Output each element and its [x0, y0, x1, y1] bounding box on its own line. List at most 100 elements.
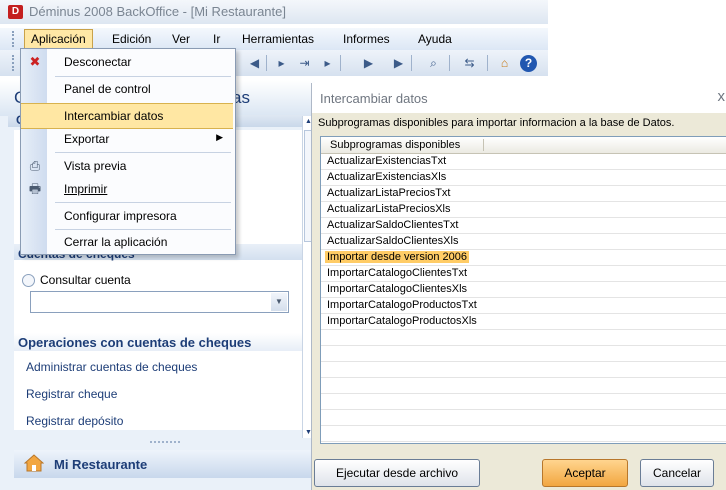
house-icon [24, 454, 44, 472]
menu-item-label: Exportar [64, 132, 110, 146]
submenu-arrow-icon: ▶ [216, 132, 223, 142]
menu-informes[interactable]: Informes [337, 30, 396, 48]
toolbar-separator [449, 55, 450, 71]
link-administrar-cuentas[interactable]: Administrar cuentas de cheques [26, 360, 197, 374]
toolbar-separator [266, 55, 267, 71]
window-title: Déminus 2008 BackOffice - [Mi Restaurant… [29, 4, 286, 19]
menu-item-imprimir[interactable]: 🖶 Imprimir [21, 177, 233, 201]
list-item-label: ActualizarExistenciasTxt [327, 155, 447, 167]
operations-title: Operaciones con cuentas de cheques [14, 333, 302, 351]
sync-icon[interactable]: ⇆ [461, 55, 478, 72]
printer-icon: 🖶 [28, 181, 42, 196]
chevron-down-icon[interactable]: ▼ [271, 293, 287, 311]
next-icon[interactable]: ▶ [360, 55, 377, 72]
list-item-label: ActualizarExistenciasXls [327, 171, 447, 183]
list-item-label: ImportarCatalogoClientesXls [327, 283, 468, 295]
menu-item-configurar-impresora[interactable]: Configurar impresora [21, 204, 233, 228]
menu-item-intercambiar-datos[interactable]: Intercambiar datos [21, 103, 233, 129]
list-empty-row [321, 330, 726, 346]
list-item-label: ActualizarListaPreciosTxt [327, 187, 451, 199]
menu-item-exportar[interactable]: Exportar ▶ [21, 127, 233, 151]
list-item-label: ActualizarListaPreciosXls [327, 203, 451, 215]
menu-herramientas[interactable]: Herramientas [236, 30, 320, 48]
split-icon[interactable]: ⇥ [296, 55, 313, 72]
resize-grip[interactable] [150, 441, 180, 446]
radio-button[interactable] [22, 274, 35, 287]
toolbar-separator [411, 55, 412, 71]
operations-title-label: Operaciones con cuentas de cheques [18, 335, 252, 350]
print-preview-icon: ⎙ [29, 158, 41, 173]
dialog-description: Subprogramas disponibles para importar i… [318, 117, 675, 129]
list-item[interactable]: ImportarCatalogoClientesTxt [321, 266, 726, 282]
menu-item-label: Panel de control [64, 82, 151, 96]
menubar: Aplicación Edición Ver Ir Herramientas I… [0, 28, 548, 50]
list-empty-row [321, 346, 726, 362]
list-item-label: ImportarCatalogoClientesTxt [327, 267, 468, 279]
link-registrar-cheque[interactable]: Registrar cheque [26, 387, 117, 401]
close-icon[interactable]: x [718, 88, 726, 105]
end-icon[interactable]: ▶ [390, 55, 407, 72]
menu-item-label: Intercambiar datos [64, 109, 164, 123]
column-header-label: Subprogramas disponibles [330, 139, 461, 151]
menu-separator [55, 152, 231, 153]
first-record-icon[interactable]: ▸ [273, 55, 290, 72]
list-item-label: ActualizarSaldoClientesTxt [327, 219, 459, 231]
list-item[interactable]: ActualizarExistenciasTxt [321, 154, 726, 170]
list-empty-row [321, 378, 726, 394]
home-icon[interactable]: ⌂ [496, 55, 513, 72]
list-item-label: ImportarCatalogoProductosXls [327, 315, 477, 327]
menu-ayuda[interactable]: Ayuda [412, 30, 458, 48]
menu-item-panel-control[interactable]: Panel de control [21, 77, 233, 101]
menu-item-label: Vista previa [64, 159, 127, 173]
list-empty-row [321, 362, 726, 378]
link-registrar-deposito[interactable]: Registrar depósito [26, 414, 123, 428]
menu-item-vista-previa[interactable]: ⎙ Vista previa [21, 154, 233, 178]
menu-item-desconectar[interactable]: ✖ Desconectar [21, 50, 233, 74]
menu-item-label: Cerrar la aplicación [64, 235, 168, 249]
list-column-header[interactable]: Subprogramas disponibles [321, 137, 726, 154]
accept-button[interactable]: Aceptar [542, 459, 628, 487]
menu-ir[interactable]: Ir [207, 30, 226, 48]
list-item[interactable]: ImportarCatalogoClientesXls [321, 282, 726, 298]
menu-edicion[interactable]: Edición [106, 30, 157, 48]
menu-item-cerrar-aplicacion[interactable]: Cerrar la aplicación [21, 230, 233, 254]
search-icon[interactable]: ⌕ [425, 55, 442, 72]
list-empty-row [321, 426, 726, 442]
list-item[interactable]: ImportarCatalogoProductosTxt [321, 298, 726, 314]
list-item[interactable]: ActualizarExistenciasXls [321, 170, 726, 186]
list-item[interactable]: ImportarCatalogoProductosXls [321, 314, 726, 330]
menubar-grip[interactable] [12, 31, 17, 47]
app-logo-icon: D [8, 5, 23, 19]
run-from-file-button[interactable]: Ejecutar desde archivo [314, 459, 480, 487]
list-empty-row [321, 394, 726, 410]
last-record-icon[interactable]: ▸ [319, 55, 336, 72]
task-pane-footer[interactable]: Mi Restaurante [14, 450, 314, 478]
menu-item-label: Configurar impresora [64, 209, 177, 223]
menu-ver[interactable]: Ver [166, 30, 196, 48]
list-item-label: Importar desde version 2006 [325, 251, 470, 263]
dialog-title: Intercambiar datos [320, 91, 428, 106]
help-icon[interactable]: ? [520, 55, 537, 72]
account-combobox[interactable]: ▼ [30, 291, 289, 313]
disconnect-icon: ✖ [29, 54, 41, 69]
toolbar-separator [487, 55, 488, 71]
list-item-selected[interactable]: Importar desde version 2006 [321, 250, 726, 266]
footer-label: Mi Restaurante [54, 457, 148, 472]
radio-label: Consultar cuenta [40, 273, 131, 287]
list-item[interactable]: ActualizarListaPreciosXls [321, 202, 726, 218]
list-item[interactable]: ActualizarListaPreciosTxt [321, 186, 726, 202]
cancel-button[interactable]: Cancelar [640, 459, 714, 487]
menu-aplicacion[interactable]: Aplicación [24, 29, 93, 49]
toolbar-grip[interactable] [12, 55, 17, 71]
subprogram-list[interactable]: Subprogramas disponibles ActualizarExist… [320, 136, 726, 444]
toolbar-separator [340, 55, 341, 71]
list-empty-row [321, 410, 726, 426]
list-item[interactable]: ActualizarSaldoClientesTxt [321, 218, 726, 234]
list-item-label: ImportarCatalogoProductosTxt [327, 299, 477, 311]
prev-icon[interactable]: ◀ [246, 55, 263, 72]
window-titlebar: D Déminus 2008 BackOffice - [Mi Restaura… [0, 0, 548, 24]
list-item[interactable]: ActualizarSaldoClientesXls [321, 234, 726, 250]
menu-separator [55, 202, 231, 203]
column-divider[interactable] [483, 139, 484, 151]
menu-item-label: Desconectar [64, 55, 132, 69]
